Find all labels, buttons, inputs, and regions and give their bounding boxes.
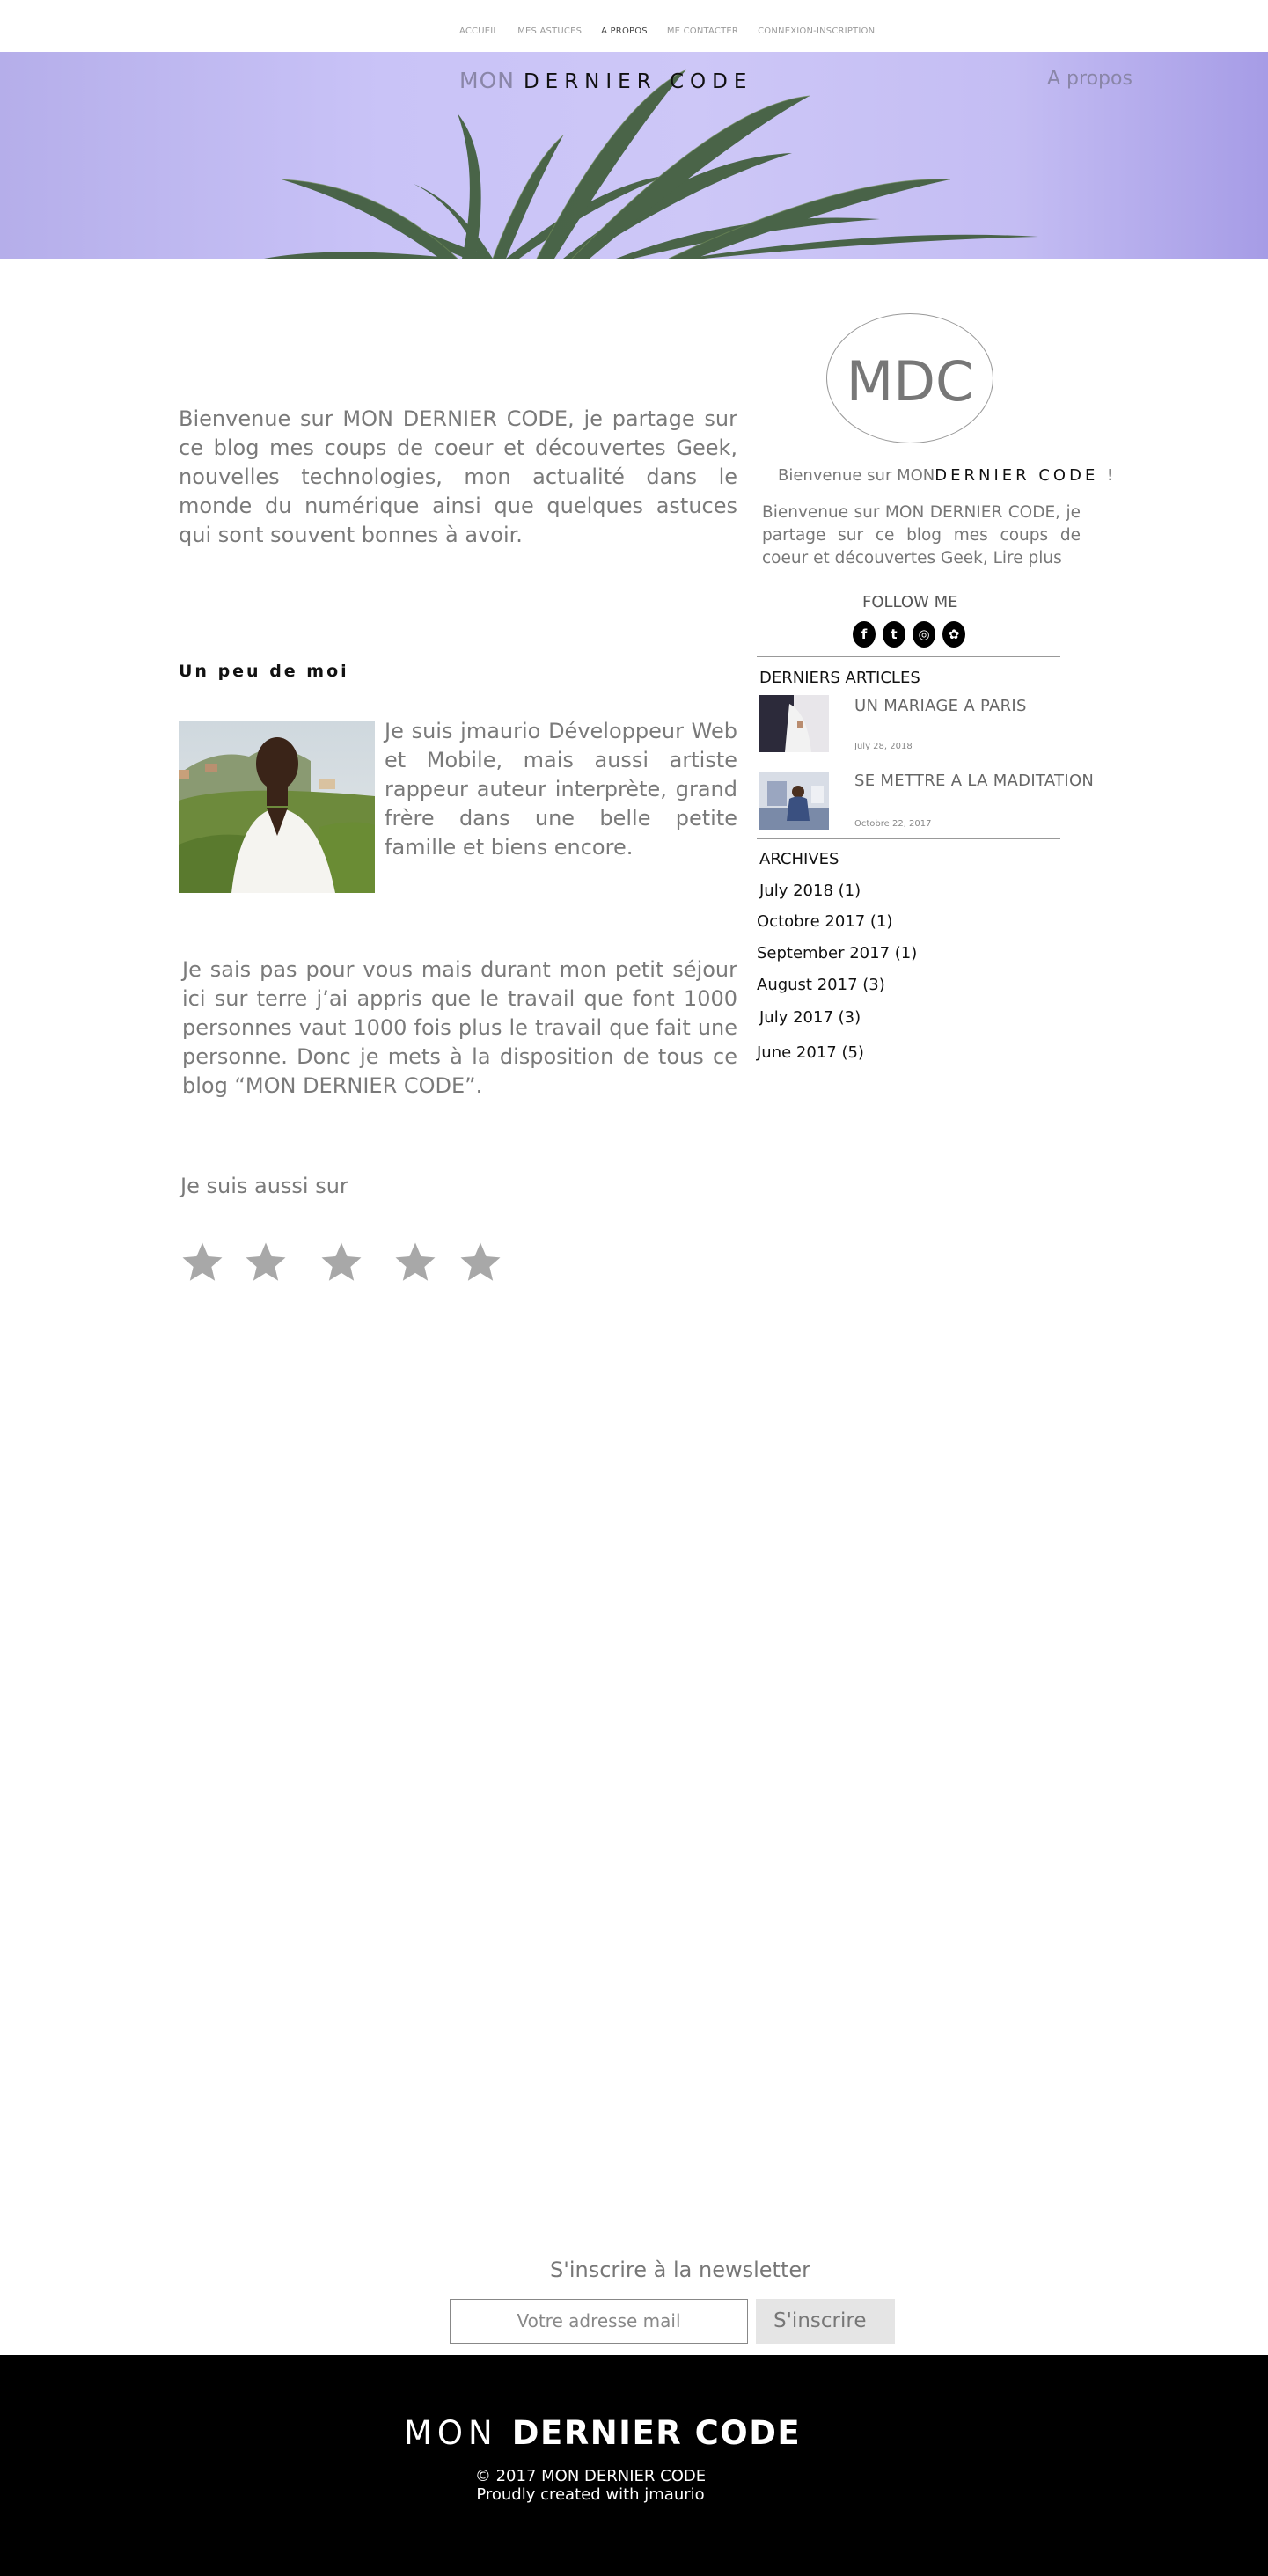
archive-link[interactable]: July 2018 (1): [759, 882, 861, 900]
section-title: Un peu de moi: [179, 662, 349, 681]
nav-item-a-propos[interactable]: A PROPOS: [601, 26, 648, 36]
author-portrait: [179, 721, 375, 893]
top-navigation: ACCUEIL MES ASTUCES A PROPOS ME CONTACTE…: [0, 0, 1268, 52]
article-title[interactable]: SE METTRE A LA MADITATION: [854, 772, 1094, 790]
star-icons-row: [179, 1239, 531, 1292]
footer-copyright: © 2017 MON DERNIER CODE: [474, 2467, 707, 2485]
nav-item-me-contacter[interactable]: ME CONTACTER: [667, 26, 738, 36]
facebook-icon[interactable]: f: [853, 621, 876, 648]
footer: MON DERNIER CODE © 2017 MON DERNIER CODE …: [0, 2355, 1268, 2576]
newsletter-title: S'inscrire à la newsletter: [549, 2258, 810, 2282]
page-title-link[interactable]: A propos: [1047, 68, 1132, 90]
mdc-logo: MDC: [826, 313, 993, 443]
nav-item-connexion-inscription[interactable]: CONNEXION-INSCRIPTION: [758, 26, 875, 36]
mission-paragraph: Je sais pas pour vous mais durant mon pe…: [182, 957, 737, 1098]
footer-brand-strong: DERNIER CODE: [511, 2414, 802, 2452]
article-thumbnail[interactable]: [759, 695, 829, 752]
divider: [757, 656, 1060, 657]
nav-item-mes-astuces[interactable]: MES ASTUCES: [517, 26, 582, 36]
intro-paragraph: Bienvenue sur MON DERNIER CODE, je parta…: [179, 406, 737, 547]
twitter-icon[interactable]: t: [883, 621, 905, 648]
nav-item-accueil[interactable]: ACCUEIL: [459, 26, 498, 36]
welcome-strong-text: DERNIER CODE !: [935, 466, 1118, 485]
archives-heading: ARCHIVES: [759, 850, 839, 868]
article-date: July 28, 2018: [854, 742, 913, 751]
archive-link[interactable]: August 2017 (3): [757, 976, 885, 994]
footer-brand: MON DERNIER CODE: [404, 2414, 801, 2452]
welcome-light-text: Bienvenue sur MON: [778, 466, 935, 485]
article-thumbnail[interactable]: [759, 772, 829, 830]
star-icon[interactable]: [392, 1239, 439, 1286]
brand-light-text: MON: [459, 68, 515, 93]
site-brand[interactable]: MON DERNIER CODE: [459, 68, 752, 93]
footer-brand-light: MON: [404, 2414, 498, 2452]
logo-text: MDC: [846, 349, 974, 413]
follow-me-label: FOLLOW ME: [862, 593, 958, 611]
article-title[interactable]: UN MARIAGE A PARIS: [854, 697, 1027, 715]
archive-link[interactable]: June 2017 (5): [757, 1043, 864, 1062]
star-icon[interactable]: [179, 1239, 226, 1286]
star-icon[interactable]: [457, 1239, 504, 1286]
archive-link[interactable]: July 2017 (3): [759, 1008, 861, 1027]
archive-link[interactable]: September 2017 (1): [757, 944, 917, 962]
star-icon[interactable]: [242, 1239, 290, 1286]
star-icon[interactable]: [318, 1239, 365, 1286]
subscribe-button[interactable]: S'inscrire: [756, 2299, 895, 2344]
email-field[interactable]: Votre adresse mail: [450, 2299, 748, 2344]
archive-link[interactable]: Octobre 2017 (1): [757, 912, 892, 931]
instagram-icon[interactable]: ◎: [913, 621, 935, 648]
social-links: f t ◎ ✿: [853, 621, 965, 648]
latest-articles-heading: DERNIERS ARTICLES: [759, 669, 920, 687]
hero-banner: MON DERNIER CODE A propos: [0, 52, 1268, 259]
snapchat-icon[interactable]: ✿: [942, 621, 965, 648]
sidebar-description: Bienvenue sur MON DERNIER CODE, je parta…: [762, 503, 1081, 567]
brand-strong-text: DERNIER CODE: [523, 70, 753, 93]
also-on-label: Je suis aussi sur: [180, 1174, 348, 1198]
divider: [757, 838, 1060, 839]
article-date: Octobre 22, 2017: [854, 819, 932, 829]
sidebar-welcome: Bienvenue sur MONDERNIER CODE !: [778, 466, 1117, 485]
about-me-paragraph: Je suis jmaurio Développeur Web et Mobil…: [385, 719, 737, 860]
footer-credit: Proudly created with jmaurio: [476, 2485, 705, 2504]
